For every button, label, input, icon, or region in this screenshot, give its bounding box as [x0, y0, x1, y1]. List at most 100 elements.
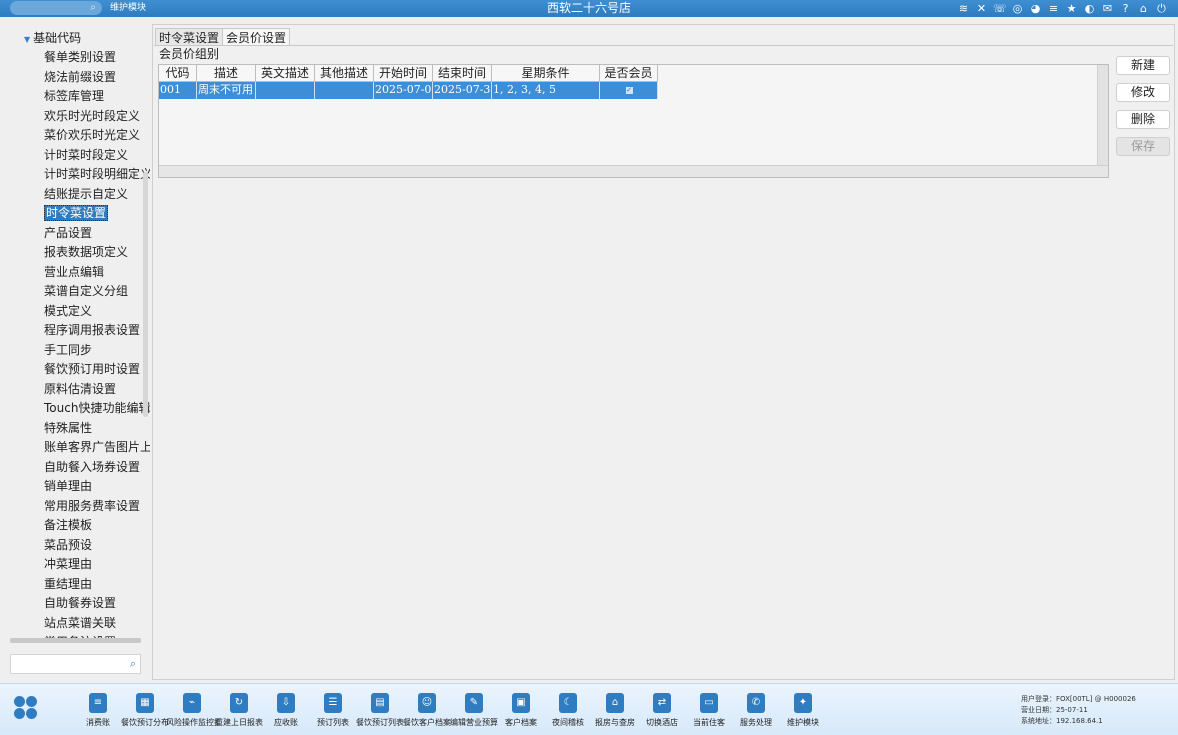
- taskbar-item[interactable]: ⌁ 风险操作监控报: [166, 690, 218, 734]
- sidebar-vertical-scrollbar[interactable]: [143, 172, 148, 417]
- sidebar-item-label: 欢乐时光时段定义: [44, 108, 141, 123]
- sidebar-item[interactable]: 计时菜时段定义: [44, 146, 150, 166]
- taskbar-item[interactable]: ▣ 客户档案: [495, 690, 547, 734]
- sidebar-item[interactable]: 烧法前缀设置: [44, 68, 150, 88]
- taskbar-item[interactable]: ☰ 预订列表: [307, 690, 359, 734]
- zoom-icon[interactable]: ◎: [1011, 0, 1024, 17]
- sidebar-item-label: 程序调用报表设置: [44, 323, 141, 337]
- table-row[interactable]: 001 周末不可用 2025-07-01 2025-07-31 1, 2, 3, 4, …: [159, 82, 658, 99]
- palette-icon[interactable]: ◕: [1029, 0, 1042, 17]
- sidebar-item[interactable]: 产品设置: [44, 224, 150, 244]
- save-button[interactable]: 保存: [1116, 137, 1170, 156]
- sidebar-item[interactable]: 自助餐券设置: [44, 594, 150, 614]
- moon-icon[interactable]: ◐: [1083, 0, 1096, 17]
- search-icon[interactable]: ⌕: [130, 657, 136, 671]
- taskbar-item[interactable]: ▤ 餐饮预订列表: [354, 690, 406, 734]
- column-header[interactable]: 结束时间: [433, 65, 492, 82]
- sidebar-item[interactable]: 菜谱自定义分组: [44, 282, 150, 302]
- taskbar-item[interactable]: ✎ 编辑营业预算: [448, 690, 500, 734]
- column-header[interactable]: 描述: [197, 65, 256, 82]
- sidebar-item[interactable]: 时令菜设置: [44, 204, 150, 224]
- home-icon[interactable]: ⌂: [1137, 0, 1150, 17]
- help-icon[interactable]: ?: [1119, 0, 1132, 17]
- taskbar-item[interactable]: ✆ 服务处理: [730, 690, 782, 734]
- tab-seasonal-dish[interactable]: 时令菜设置: [155, 28, 224, 46]
- sidebar-item[interactable]: 手工同步: [44, 341, 150, 361]
- sidebar-item[interactable]: 菜品预设: [44, 536, 150, 556]
- delete-button[interactable]: 删除: [1116, 110, 1170, 129]
- mail-icon[interactable]: ✉: [1101, 0, 1114, 17]
- current-module-label[interactable]: 维护模块: [110, 1, 146, 16]
- sidebar-item-label: 菜价欢乐时光定义: [44, 128, 141, 142]
- column-header[interactable]: 开始时间: [374, 65, 433, 82]
- sidebar-item[interactable]: 冲菜理由: [44, 555, 150, 575]
- sidebar-item[interactable]: 特殊属性: [44, 419, 150, 439]
- sidebar-item[interactable]: 标签库管理: [44, 87, 150, 107]
- sidebar-item[interactable]: 程序调用报表设置: [44, 321, 150, 341]
- caret-down-icon[interactable]: ▼: [24, 35, 30, 44]
- member-price-checkbox[interactable]: ✓: [625, 87, 633, 94]
- taskbar-item[interactable]: ▭ 当前住客: [683, 690, 735, 734]
- tools-icon[interactable]: ✕: [975, 0, 988, 17]
- status-user: 用户登录：FOX[00TL] @ H000026: [1021, 695, 1136, 703]
- taskbar-item[interactable]: ▦ 餐饮预订分布: [119, 690, 171, 734]
- column-header[interactable]: 代码: [159, 65, 197, 82]
- sidebar-item[interactable]: 原料估清设置: [44, 380, 150, 400]
- taskbar-item[interactable]: ☺ 餐饮客户档案: [401, 690, 453, 734]
- phone-icon[interactable]: ☏: [993, 0, 1007, 17]
- sidebar-horizontal-scrollbar[interactable]: [10, 638, 141, 643]
- star-icon[interactable]: ★: [1065, 0, 1078, 17]
- taskbar-item-label: 风险操作监控报: [166, 718, 218, 727]
- sidebar-item-label: 销单理由: [44, 479, 93, 493]
- taskbar-item[interactable]: ⇩ 应收账: [260, 690, 312, 734]
- status-panel: 用户登录：FOX[00TL] @ H000026 营业日期：25-07-11 系…: [1021, 694, 1136, 727]
- sidebar-item[interactable]: 自助餐入场券设置: [44, 458, 150, 478]
- table-horizontal-scrollbar[interactable]: [159, 165, 1108, 177]
- sidebar-item[interactable]: 餐饮预订用时设置: [44, 360, 150, 380]
- rebuild-report-icon: ↻: [230, 693, 248, 713]
- sidebar-item[interactable]: 结账提示自定义: [44, 185, 150, 205]
- column-header[interactable]: 英文描述: [256, 65, 315, 82]
- table-vertical-scrollbar[interactable]: [1097, 65, 1108, 165]
- sidebar-item[interactable]: 销单理由: [44, 477, 150, 497]
- taskbar-item[interactable]: ⇄ 切换酒店: [636, 690, 688, 734]
- taskbar-item[interactable]: ✦ 维护模块: [777, 690, 829, 734]
- sidebar-item[interactable]: 欢乐时光时段定义: [44, 107, 150, 127]
- app-logo-icon[interactable]: [14, 696, 38, 720]
- sidebar-item[interactable]: 计时菜时段明细定义: [44, 165, 150, 185]
- column-header[interactable]: 星期条件: [492, 65, 600, 82]
- sidebar-item[interactable]: 站点菜谱关联: [44, 614, 150, 634]
- sidebar-item[interactable]: 重结理由: [44, 575, 150, 595]
- table-cell-desc: 周末不可用: [197, 82, 256, 99]
- member-price-table: 代码描述英文描述其他描述开始时间结束时间星期条件是否会员价 001周末不可用 20…: [158, 64, 1109, 178]
- taskbar-item[interactable]: ☾ 夜间稽核: [542, 690, 594, 734]
- column-header[interactable]: 是否会员价: [600, 65, 658, 96]
- taskbar-item[interactable]: ⌂ 报房与查房: [589, 690, 641, 734]
- sidebar-item[interactable]: 备注模板: [44, 516, 150, 536]
- menu-icon[interactable]: ≡: [1047, 0, 1060, 17]
- column-header[interactable]: 其他描述: [315, 65, 374, 82]
- risk-monitor-icon: ⌁: [183, 693, 201, 713]
- sidebar-search-input[interactable]: ⌕: [10, 654, 141, 674]
- dining-booking-list-icon: ▤: [371, 693, 389, 713]
- sidebar-item[interactable]: 账单客界广告图片上传: [44, 438, 150, 458]
- new-button[interactable]: 新建: [1116, 56, 1170, 75]
- sidebar-item-label: 账单客界广告图片上传: [44, 440, 150, 454]
- sidebar: ▼ 基础代码 餐单类别设置 烧法前缀设置 标签库管理 欢乐时光时段定义 菜价欢乐时光定义计…: [0, 26, 150, 638]
- power-icon[interactable]: ⏻: [1155, 0, 1168, 17]
- tree-root-basic-codes[interactable]: ▼ 基础代码: [24, 30, 81, 48]
- taskbar-item[interactable]: ≡ 消费账: [72, 690, 124, 734]
- sidebar-item[interactable]: 报表数据项定义: [44, 243, 150, 263]
- module-search-input[interactable]: ⌕: [10, 1, 102, 15]
- sidebar-item[interactable]: 常用服务费率设置: [44, 497, 150, 517]
- sidebar-item[interactable]: 菜价欢乐时光定义: [44, 126, 150, 146]
- sidebar-item[interactable]: 餐单类别设置: [44, 48, 150, 68]
- sidebar-item[interactable]: 模式定义: [44, 302, 150, 322]
- reservation-distribution-icon: ▦: [136, 693, 154, 713]
- wifi-icon[interactable]: ≋: [957, 0, 970, 17]
- taskbar-item[interactable]: ↻ 重建上日报表: [213, 690, 265, 734]
- sidebar-item[interactable]: 营业点编辑: [44, 263, 150, 283]
- edit-button[interactable]: 修改: [1116, 83, 1170, 102]
- sidebar-item[interactable]: Touch快捷功能编辑: [44, 399, 150, 419]
- tab-member-price[interactable]: 会员价设置: [222, 28, 291, 46]
